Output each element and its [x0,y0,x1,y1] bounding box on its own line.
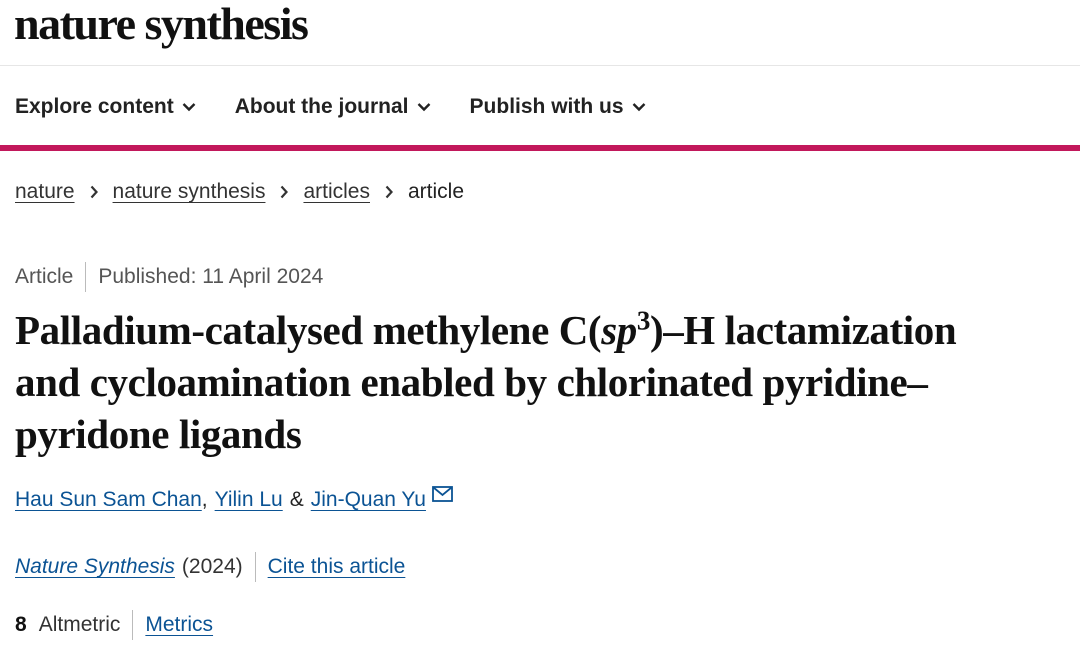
nav-about-the-journal[interactable]: About the journal [235,95,431,119]
breadcrumb-nature[interactable]: nature [15,180,75,204]
article-type: Article [15,265,74,288]
cite-this-article-link[interactable]: Cite this article [268,555,406,579]
citation-divider [254,552,256,582]
article-meta: Article Published: 11 April 2024 [15,262,323,292]
metrics-link[interactable]: Metrics [145,613,213,637]
author-ampersand: & [289,488,304,511]
metrics-divider [132,610,134,640]
nav-about-the-journal-label: About the journal [234,95,409,118]
breadcrumb: nature nature synthesis articles article [15,180,464,204]
author-link[interactable]: Hau Sun Sam Chan [15,488,202,512]
nav-publish-with-us[interactable]: Publish with us [470,95,646,119]
meta-divider [85,262,87,292]
author-link[interactable]: Jin-Quan Yu [311,488,426,512]
chevron-right-icon [89,185,99,199]
title-text-italic: sp [601,307,637,353]
publication-year: (2024) [181,555,243,578]
breadcrumb-articles[interactable]: articles [303,180,370,204]
chevron-right-icon [384,185,394,199]
accent-bar [0,145,1080,151]
author-separator: , [201,488,208,511]
nav-publish-with-us-label: Publish with us [469,95,624,118]
main-nav: Explore content About the journal Publis… [0,82,670,132]
chevron-down-icon [182,102,196,112]
author-link[interactable]: Yilin Lu [215,488,283,512]
metrics-row: 8 Altmetric Metrics [15,610,213,640]
nav-explore-content-label: Explore content [15,95,174,118]
breadcrumb-current: article [408,180,465,203]
mail-icon[interactable] [432,486,453,502]
journal-logo[interactable]: nature synthesis [14,0,309,54]
published-date: Published: 11 April 2024 [98,265,324,288]
article-title: Palladium-catalysed methylene C(sp3)–H l… [15,304,1015,460]
title-text-superscript: 3 [636,305,651,336]
altmetric-label: Altmetric [38,613,121,636]
breadcrumb-nature-synthesis[interactable]: nature synthesis [113,180,266,204]
title-text-before: Palladium-catalysed methylene C( [15,307,602,353]
citation-row: Nature Synthesis (2024) Cite this articl… [15,552,405,582]
author-list: Hau Sun Sam Chan , Yilin Lu & Jin-Quan Y… [15,486,453,512]
header-divider [0,65,1080,66]
journal-link[interactable]: Nature Synthesis [15,555,175,579]
nav-explore-content[interactable]: Explore content [15,95,196,119]
chevron-right-icon [279,185,289,199]
chevron-down-icon [417,102,431,112]
altmetric-score: 8 [15,613,27,636]
chevron-down-icon [632,102,646,112]
